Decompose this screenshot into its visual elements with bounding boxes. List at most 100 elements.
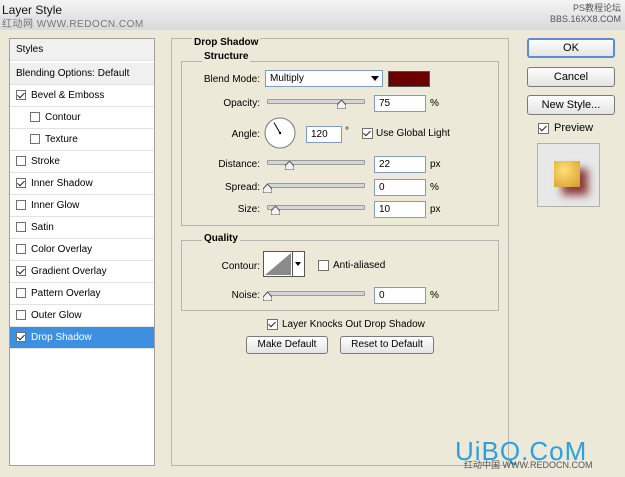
style-item-contour[interactable]: Contour (10, 107, 154, 129)
style-item-inner-glow[interactable]: Inner Glow (10, 195, 154, 217)
opacity-label: Opacity: (223, 98, 260, 109)
size-unit: px (430, 204, 441, 215)
blend-mode-value: Multiply (270, 73, 304, 84)
distance-unit: px (430, 159, 441, 170)
size-input[interactable]: 10 (374, 201, 426, 218)
make-default-button[interactable]: Make Default (246, 336, 328, 354)
style-item-pattern-overlay[interactable]: Pattern Overlay (10, 283, 154, 305)
use-global-light-checkbox[interactable] (362, 128, 373, 139)
style-item-label: Contour (45, 112, 81, 123)
layer-knocks-out-checkbox[interactable] (267, 319, 278, 330)
style-item-checkbox[interactable] (16, 221, 26, 232)
style-item-label: Stroke (31, 156, 60, 167)
style-item-checkbox[interactable] (16, 243, 26, 254)
distance-slider-track[interactable] (267, 160, 365, 165)
distance-slider-thumb[interactable] (284, 161, 294, 170)
drop-shadow-title: Drop Shadow (192, 37, 261, 48)
style-item-checkbox[interactable] (16, 177, 26, 188)
quality-title: Quality (202, 233, 240, 244)
anti-aliased-checkbox[interactable] (318, 260, 329, 271)
noise-slider-track[interactable] (267, 291, 365, 296)
style-item-checkbox[interactable] (16, 331, 26, 342)
noise-input[interactable]: 0 (374, 287, 426, 304)
styles-header-label: Styles (16, 44, 44, 55)
styles-header[interactable]: Styles (10, 39, 154, 61)
blend-mode-label: Blend Mode: (203, 74, 260, 85)
watermark-right-line2: BBS.16XX8.COM (549, 14, 621, 24)
style-item-checkbox[interactable] (16, 287, 26, 298)
new-style-button[interactable]: New Style... (527, 95, 615, 115)
distance-label: Distance: (218, 159, 260, 170)
contour-dropdown[interactable] (293, 251, 305, 277)
distance-input[interactable]: 22 (374, 156, 426, 173)
watermark-left: 红动网 WWW.REDOCN.COM (2, 19, 144, 30)
style-item-texture[interactable]: Texture (10, 129, 154, 151)
style-item-outer-glow[interactable]: Outer Glow (10, 305, 154, 327)
spread-slider-track[interactable] (267, 183, 365, 188)
opacity-slider-thumb[interactable] (336, 100, 346, 109)
spread-slider-thumb[interactable] (263, 184, 272, 193)
angle-input[interactable]: 120 (306, 126, 342, 143)
style-item-label: Inner Glow (31, 200, 80, 211)
style-item-satin[interactable]: Satin (10, 217, 154, 239)
styles-list-panel: Styles Blending Options: Default Bevel &… (9, 38, 155, 466)
blending-options-label: Blending Options: Default (16, 68, 130, 79)
style-item-label: Pattern Overlay (31, 288, 101, 299)
style-item-checkbox[interactable] (16, 309, 26, 320)
style-item-gradient-overlay[interactable]: Gradient Overlay (10, 261, 154, 283)
structure-title: Structure (202, 51, 251, 62)
angle-unit: ° (345, 126, 349, 137)
style-item-label: Texture (45, 134, 78, 145)
style-item-label: Gradient Overlay (31, 266, 107, 277)
opacity-input[interactable]: 75 (374, 95, 426, 112)
size-label: Size: (237, 204, 260, 215)
style-item-checkbox[interactable] (16, 265, 26, 276)
spread-input[interactable]: 0 (374, 179, 426, 196)
angle-label: Angle: (231, 129, 260, 140)
blend-mode-select[interactable]: Multiply (265, 70, 383, 87)
contour-curve-icon (265, 253, 291, 275)
cancel-button[interactable]: Cancel (527, 67, 615, 87)
preview-checkbox[interactable] (538, 123, 549, 134)
layer-knocks-out-label: Layer Knocks Out Drop Shadow (282, 319, 425, 330)
style-item-label: Inner Shadow (31, 178, 93, 189)
style-item-checkbox[interactable] (16, 89, 26, 100)
shadow-color-swatch[interactable] (388, 71, 430, 87)
watermark-right-line1: PS教程论坛 (572, 3, 621, 13)
blending-options-row[interactable]: Blending Options: Default (10, 63, 154, 85)
style-item-drop-shadow[interactable]: Drop Shadow (10, 327, 154, 349)
preview-label: Preview (554, 122, 594, 134)
spread-label: Spread: (224, 182, 260, 193)
noise-label: Noise: (231, 290, 260, 301)
style-item-bevel-emboss[interactable]: Bevel & Emboss (10, 85, 154, 107)
ok-button[interactable]: OK (527, 38, 615, 58)
style-item-label: Drop Shadow (31, 332, 92, 343)
style-item-label: Bevel & Emboss (31, 90, 105, 101)
brand-sub: 红动中国 WWW.REDOCN.COM (464, 460, 593, 470)
style-item-checkbox[interactable] (16, 199, 26, 210)
opacity-slider-track[interactable] (267, 99, 365, 104)
reset-to-default-button[interactable]: Reset to Default (340, 336, 434, 354)
style-item-inner-shadow[interactable]: Inner Shadow (10, 173, 154, 195)
style-preview-thumbnail (537, 143, 600, 207)
opacity-unit: % (430, 98, 439, 109)
style-item-color-overlay[interactable]: Color Overlay (10, 239, 154, 261)
contour-preview[interactable] (263, 251, 293, 277)
size-slider-thumb[interactable] (270, 206, 280, 215)
style-item-checkbox[interactable] (16, 155, 26, 166)
watermark-right: PS教程论坛 BBS.16XX8.COM (550, 3, 621, 25)
style-item-checkbox[interactable] (30, 111, 40, 122)
spread-unit: % (430, 182, 439, 193)
style-item-stroke[interactable]: Stroke (10, 151, 154, 173)
title-bar: Layer Style 红动网 WWW.REDOCN.COM PS教程论坛 BB… (0, 0, 625, 30)
angle-dial[interactable] (264, 117, 296, 149)
style-item-label: Outer Glow (31, 310, 82, 321)
anti-aliased-label: Anti-aliased (333, 260, 386, 271)
noise-unit: % (430, 290, 439, 301)
style-item-checkbox[interactable] (30, 133, 40, 144)
noise-slider-thumb[interactable] (263, 292, 272, 301)
size-slider-track[interactable] (267, 205, 365, 210)
contour-label: Contour: (221, 261, 260, 272)
style-item-label: Color Overlay (31, 244, 93, 255)
preview-swatch (554, 161, 580, 187)
